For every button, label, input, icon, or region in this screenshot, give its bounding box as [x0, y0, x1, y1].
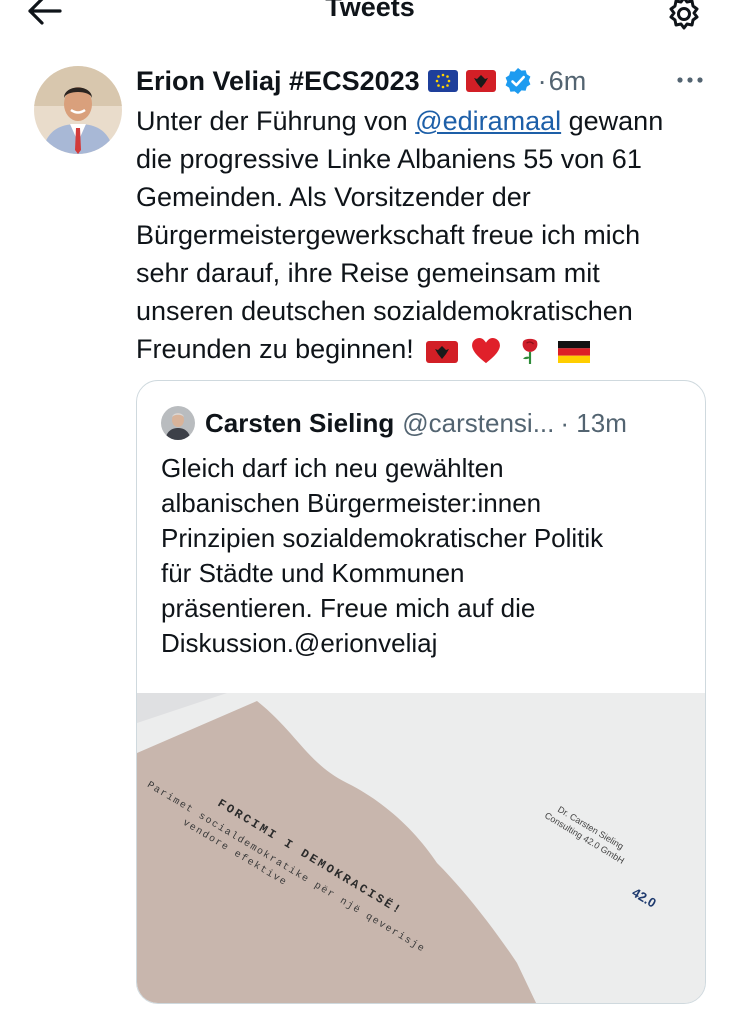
page-title: Tweets: [325, 0, 415, 22]
albania-flag-icon: [465, 70, 496, 92]
tweet-text-segment: Unter der Führung von: [136, 106, 416, 136]
rose-icon: [522, 338, 538, 364]
verified-badge-icon: [505, 68, 531, 94]
tweet-text: Unter der Führung von @ediramaal gewann …: [136, 102, 726, 368]
tweet-text-line: die progressive Linke Albaniens 55 von 6…: [136, 144, 642, 174]
tweet-text-line: Bürgermeistergewerkschaft freue ich mich: [136, 220, 641, 250]
quoted-tweet-time: · 13m: [560, 407, 627, 438]
albania-flag-icon: [425, 340, 458, 363]
quoted-text-line: Diskussion.@erionveliaj: [161, 628, 438, 658]
quoted-text-line: Gleich darf ich neu gewählten: [161, 453, 504, 483]
tweet-text-line: unseren deutschen sozialdemokratischen: [136, 296, 633, 326]
top-bar: Tweets: [0, 0, 740, 40]
emoji-row: [414, 337, 590, 364]
red-heart-icon: [471, 337, 500, 363]
quoted-author-name[interactable]: Carsten Sieling: [205, 408, 394, 439]
quoted-text-line: albanischen Bürgermeister:innen: [161, 488, 542, 518]
quoted-text-line: für Städte und Kommunen: [161, 558, 465, 588]
dot-separator: ·: [537, 65, 547, 96]
tweet-text-line: Gemeinden. Als Vorsitzender der: [136, 182, 531, 212]
tweet-time[interactable]: 6m: [549, 66, 587, 97]
quoted-text-line: Prinzipien sozialdemokratischer Politik: [161, 523, 604, 553]
quoted-author-handle: @carstensi...: [402, 407, 555, 438]
author-name[interactable]: Erion Veliaj #ECS2023: [136, 66, 420, 97]
quoted-text-line: präsentieren. Freue mich auf die: [161, 593, 536, 623]
mention-link[interactable]: @ediramaal: [415, 106, 561, 136]
eu-flag-icon: [427, 70, 458, 92]
quoted-tweet[interactable]: Carsten Sieling @carstensi... · 13m Glei…: [136, 380, 706, 1004]
quoted-tweet-text: Gleich darf ich neu gewählten albanische…: [161, 451, 691, 661]
quoted-author-avatar[interactable]: [161, 406, 195, 440]
more-dots-icon[interactable]: [676, 70, 704, 90]
author-avatar[interactable]: [34, 66, 122, 154]
quoted-tweet-header: Carsten Sieling @carstensi... · 13m: [161, 405, 627, 441]
tweet-text-line: sehr darauf, ihre Reise gemeinsam mit: [136, 258, 600, 288]
tweet-text-line: Freunden zu beginnen!: [136, 334, 414, 364]
gear-icon[interactable]: [664, 0, 704, 34]
tweet-text-segment: gewann: [561, 106, 664, 136]
quoted-tweet-photo[interactable]: FORCIMI I DEMOKRACISË! Parimet socialdem…: [137, 693, 706, 1004]
author-line: Erion Veliaj #ECS2023 · 6m: [136, 64, 586, 98]
germany-flag-icon: [557, 340, 590, 363]
